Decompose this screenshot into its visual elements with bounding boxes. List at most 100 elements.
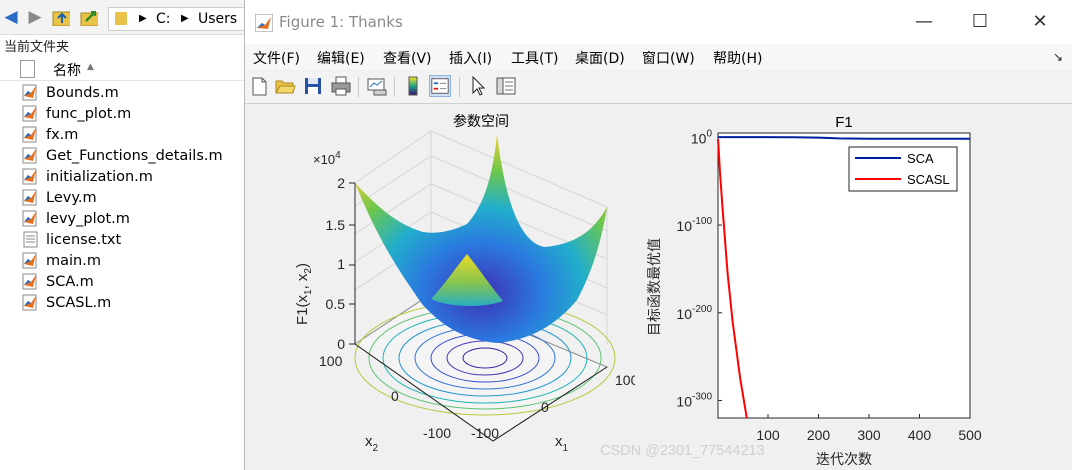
watermark-text: CSDN @2301_77544213 xyxy=(600,443,765,459)
x2-tick-label: -100 xyxy=(423,425,451,441)
file-list-item[interactable]: main.m xyxy=(0,251,244,272)
file-name: Get_Functions_details.m xyxy=(46,148,223,164)
path-drive[interactable]: C: xyxy=(156,8,171,30)
file-type-column-icon xyxy=(20,60,35,78)
x2-axis-label: x2 xyxy=(365,433,379,454)
menu-tools[interactable]: 工具(T) xyxy=(511,48,558,68)
menu-view[interactable]: 查看(V) xyxy=(383,48,432,68)
x1-tick-label: -100 xyxy=(471,425,499,441)
matlab-file-icon xyxy=(22,126,37,143)
file-list-item[interactable]: initialization.m xyxy=(0,167,244,188)
z-tick-label: 0 xyxy=(337,336,345,352)
z-axis-label: F1(x1, x2) xyxy=(294,263,314,325)
y-tick-label: 100 xyxy=(691,128,713,146)
x1-axis-label: x1 xyxy=(555,433,569,454)
z-exponent-label: ×104 xyxy=(313,150,341,167)
address-bar[interactable]: ▶ C: ▶ Users xyxy=(108,7,245,31)
new-figure-icon[interactable] xyxy=(248,75,270,97)
matlab-file-icon xyxy=(22,168,37,185)
sort-ascending-icon[interactable]: ▲ xyxy=(87,62,94,72)
y-tick-label: 10-100 xyxy=(676,216,712,234)
back-arrow-icon[interactable]: ◀ xyxy=(2,8,20,26)
file-name: levy_plot.m xyxy=(46,211,130,227)
z-tick-label: 1.5 xyxy=(326,217,346,233)
matlab-file-icon xyxy=(22,252,37,269)
x-tick-label: 100 xyxy=(756,427,780,443)
file-name: initialization.m xyxy=(46,169,153,185)
surface-title: 参数空间 xyxy=(453,113,509,129)
plot-area: 参数空间 ×104 2 1.5 1 0.5 0 F1(x1, x2) 100 0… xyxy=(245,104,1072,470)
matlab-file-icon xyxy=(22,84,37,101)
pointer-icon[interactable] xyxy=(467,75,489,97)
link-plot-icon[interactable] xyxy=(366,75,388,97)
file-list-item[interactable]: Bounds.m xyxy=(0,83,244,104)
file-list-item[interactable]: SCA.m xyxy=(0,272,244,293)
property-inspector-icon[interactable] xyxy=(495,75,517,97)
window-titlebar: Figure 1: Thanks — ☐ ✕ xyxy=(245,0,1072,44)
file-name: SCASL.m xyxy=(46,295,112,311)
save-icon[interactable] xyxy=(302,75,324,97)
figure-window: Figure 1: Thanks — ☐ ✕ 文件(F) 编辑(E) 查看(V)… xyxy=(244,0,1072,470)
toolbar-separator xyxy=(394,77,395,97)
chart-legend[interactable]: SCA SCASL xyxy=(848,146,958,192)
file-list-item[interactable]: Get_Functions_details.m xyxy=(0,146,244,167)
print-icon[interactable] xyxy=(330,75,352,97)
close-icon[interactable]: ✕ xyxy=(1027,10,1053,34)
surface-plot: 参数空间 ×104 2 1.5 1 0.5 0 F1(x1, x2) 100 0… xyxy=(294,113,635,454)
path-folder[interactable]: Users xyxy=(198,8,237,30)
forward-arrow-icon[interactable]: ▶ xyxy=(26,8,44,26)
menu-insert[interactable]: 插入(I) xyxy=(449,48,492,68)
file-name: SCA.m xyxy=(46,274,94,290)
menu-window[interactable]: 窗口(W) xyxy=(642,48,695,68)
file-list-item[interactable]: SCASL.m xyxy=(0,293,244,314)
menu-desktop[interactable]: 桌面(D) xyxy=(575,48,625,68)
matlab-file-icon xyxy=(22,294,37,311)
x-tick-label: 500 xyxy=(958,427,982,443)
browse-folder-icon[interactable] xyxy=(80,8,98,26)
matlab-file-icon xyxy=(22,105,37,122)
file-list-item[interactable]: func_plot.m xyxy=(0,104,244,125)
path-separator-icon: ▶ xyxy=(181,13,189,24)
file-list-item[interactable]: fx.m xyxy=(0,125,244,146)
surface-mesh xyxy=(355,134,607,343)
path-separator-icon: ▶ xyxy=(139,13,147,24)
file-list-item[interactable]: license.txt xyxy=(0,230,244,251)
toolbar-separator xyxy=(358,77,359,97)
y-axis-label: 目标函数最优值 xyxy=(647,238,663,336)
file-list-item[interactable]: levy_plot.m xyxy=(0,209,244,230)
window-title: Figure 1: Thanks xyxy=(279,13,403,31)
figure-toolbar xyxy=(245,71,1072,104)
colorbar-icon[interactable] xyxy=(402,75,424,97)
legend-label-sca: SCA xyxy=(907,151,934,166)
menu-file[interactable]: 文件(F) xyxy=(253,48,300,68)
up-folder-icon[interactable] xyxy=(52,8,70,26)
toolbar-separator xyxy=(459,77,460,97)
convergence-chart: F1 100 10-100 10-200 10-300 100 200 300 400 500… xyxy=(647,114,982,468)
legend-label-scasl: SCASL xyxy=(907,172,950,187)
file-list-item[interactable]: Levy.m xyxy=(0,188,244,209)
chart-title: F1 xyxy=(835,114,853,131)
file-name: license.txt xyxy=(46,232,122,248)
matlab-logo-icon xyxy=(255,14,273,32)
name-column-header[interactable]: 名称 xyxy=(53,60,81,80)
matlab-file-icon xyxy=(22,189,37,206)
dock-arrow-icon[interactable]: ↘ xyxy=(1053,50,1063,64)
menu-edit[interactable]: 编辑(E) xyxy=(317,48,365,68)
minimize-icon[interactable]: — xyxy=(911,10,937,34)
matlab-file-icon xyxy=(22,147,37,164)
file-name: fx.m xyxy=(46,127,79,143)
folder-navigation-toolbar: ◀ ▶ ▶ C: ▶ Users xyxy=(0,0,245,35)
matlab-file-icon xyxy=(22,273,37,290)
x1-tick-label: 100 xyxy=(615,372,635,388)
legend-toggle[interactable] xyxy=(429,75,451,97)
maximize-icon[interactable]: ☐ xyxy=(967,10,993,34)
file-list-header: 名称 ▲ xyxy=(0,58,244,81)
file-name: Levy.m xyxy=(46,190,97,206)
open-file-icon[interactable] xyxy=(274,75,296,97)
menu-help[interactable]: 帮助(H) xyxy=(713,48,762,68)
y-ticks: 100 10-100 10-200 10-300 xyxy=(676,128,722,409)
legend-icon xyxy=(431,78,449,94)
file-name: main.m xyxy=(46,253,101,269)
x1-tick-label: 0 xyxy=(541,399,549,415)
x-tick-label: 200 xyxy=(807,427,831,443)
